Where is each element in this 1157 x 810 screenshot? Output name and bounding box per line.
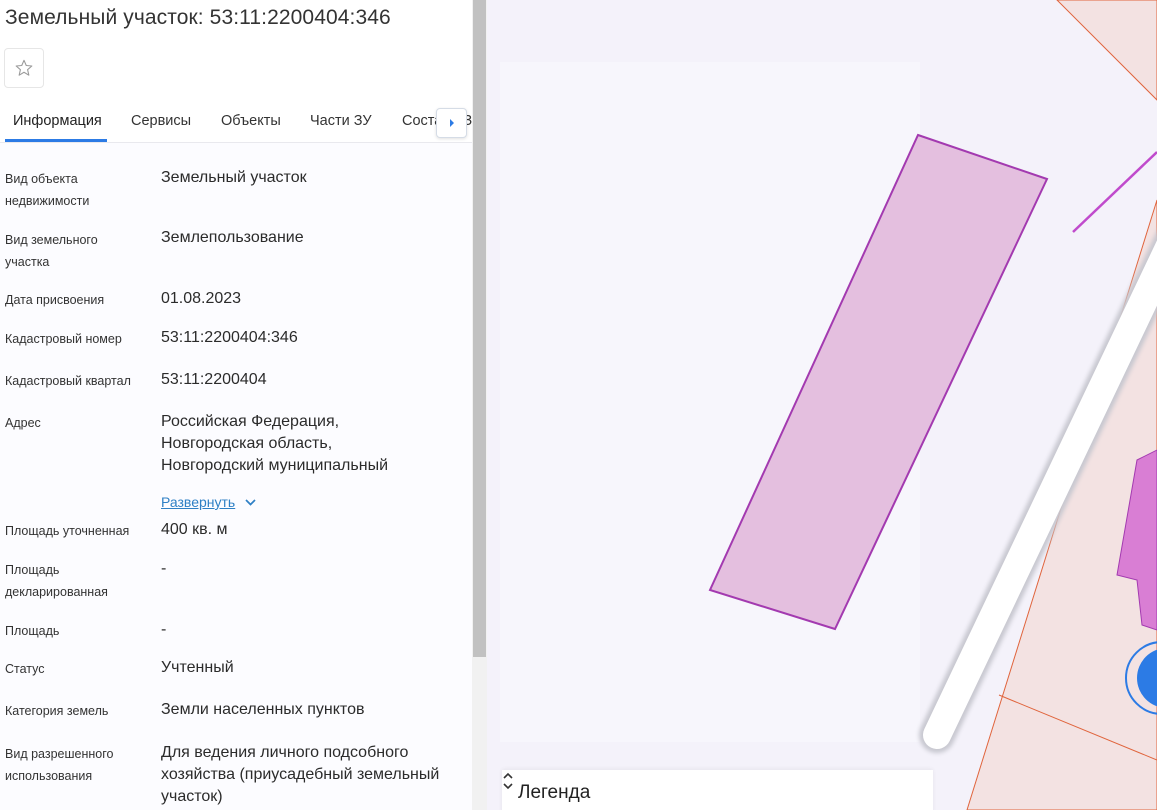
label-area-declared: Площадь декларированная [5,563,108,599]
value-status: Учтенный [161,659,234,676]
label-land-category: Категория земель [5,704,109,718]
value-object-type: Земельный участок [161,169,307,186]
info-list: Вид объекта недвижимости Земельный участ… [0,143,472,810]
tab-parts[interactable]: Части ЗУ [310,104,372,142]
map-canvas[interactable] [487,0,1157,810]
legend-label: Легенда [518,782,591,803]
value-land-category: Земли населенных пунктов [161,701,365,718]
label-cadastral-quarter: Кадастровый квартал [5,374,131,388]
panel-scrollbar-thumb[interactable] [473,0,486,657]
chevron-right-icon [449,119,454,127]
expand-address-link[interactable]: Развернуть [161,493,256,511]
label-address: Адрес [5,416,41,430]
object-info-panel: Земельный участок: 53:11:2200404:346 Инф… [0,0,472,810]
label-assignment-date: Дата присвоения [5,293,105,307]
value-cadastral-number: 53:11:2200404:346 [161,329,298,346]
label-object-type: Вид объекта недвижимости [5,172,90,208]
value-area-declared: - [161,560,167,577]
label-permitted-use: Вид разрешенного использования [5,747,114,783]
star-outline-icon [15,59,33,76]
legend-panel[interactable]: Легенда [502,770,933,810]
favorite-button[interactable] [4,48,44,88]
tab-objects[interactable]: Объекты [221,104,281,142]
expand-label: Развернуть [161,494,236,510]
tab-bar: Информация Сервисы Объекты Части ЗУ Сост… [0,104,472,143]
page-title: Земельный участок: 53:11:2200404:346 [5,6,391,29]
chevron-down-icon [245,498,256,506]
label-area-specified: Площадь уточненная [5,524,130,538]
value-permitted-use: Для ведения личного подсобного хозяйства… [161,744,440,805]
value-cadastral-quarter: 53:11:2200404 [161,371,267,388]
expand-collapse-icon [503,772,513,790]
value-area: - [161,621,167,638]
label-cadastral-number: Кадастровый номер [5,332,122,346]
label-parcel-type: Вид земельного участка [5,233,98,269]
label-status: Статус [5,662,45,676]
value-area-specified: 400 кв. м [161,521,228,538]
tabs-scroll-right-button[interactable] [436,108,467,138]
map-view[interactable]: Легенда [487,0,1157,810]
tab-services[interactable]: Сервисы [131,104,191,142]
tab-information[interactable]: Информация [5,104,107,142]
label-area: Площадь [5,624,60,638]
value-assignment-date: 01.08.2023 [161,290,242,307]
value-parcel-type: Землепользование [161,229,304,246]
value-address: Российская Федерация, Новгородская облас… [161,413,388,474]
